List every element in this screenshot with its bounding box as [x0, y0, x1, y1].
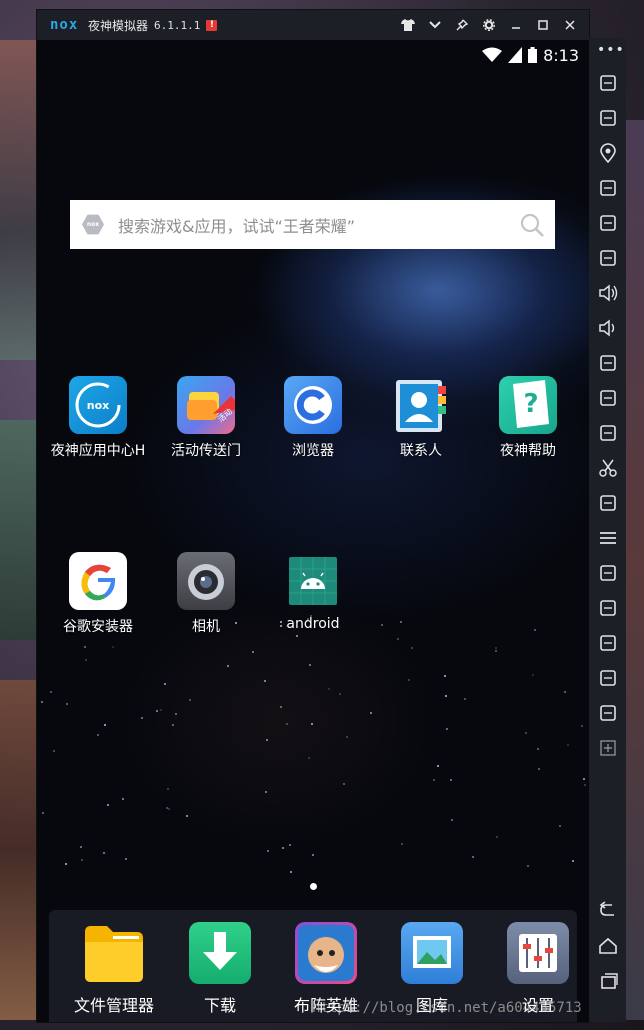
app-android[interactable]: android [259, 552, 367, 632]
window-title: 夜神模拟器 [88, 18, 149, 33]
app-label: 浏览器 [292, 443, 334, 459]
settings-icon [507, 922, 569, 984]
volume-down-icon[interactable] [595, 315, 620, 340]
app-google-installer[interactable]: 谷歌安装器 [44, 552, 152, 636]
add-icon[interactable] [595, 735, 620, 760]
gallery-icon [401, 922, 463, 984]
app-event-portal[interactable]: 活动 活动传送门 [152, 376, 260, 460]
shake-icon[interactable] [595, 70, 620, 95]
app-camera[interactable]: 相机 [152, 552, 260, 636]
browser-icon [284, 376, 342, 434]
keyboard-icon[interactable] [595, 105, 620, 130]
screen-icon[interactable] [595, 175, 620, 200]
search-icon[interactable] [519, 212, 545, 238]
macro-record-icon[interactable] [595, 385, 620, 410]
dock-label: 文件管理器 [73, 996, 154, 1015]
dock-download[interactable]: 下载 [167, 922, 273, 1016]
dock-file-manager[interactable]: 文件管理器 [61, 922, 167, 1016]
emulator-window: nox 夜神模拟器 6.1.1.1 ! 8:13 nox 搜索游戏&应用，试试“… [37, 10, 589, 1022]
volume-up-icon[interactable] [595, 280, 620, 305]
download-icon [189, 922, 251, 984]
app-label: 联系人 [400, 443, 442, 459]
search-placeholder: 搜索游戏&应用，试试“王者荣耀” [118, 216, 356, 236]
fullscreen-icon[interactable] [595, 245, 620, 270]
app-help[interactable]: ? 夜神帮助 [474, 376, 582, 460]
gear-icon[interactable] [475, 10, 502, 40]
update-alert-icon[interactable]: ! [206, 19, 218, 31]
minimize-icon[interactable] [502, 10, 529, 40]
close-icon[interactable] [556, 10, 583, 40]
more-dots-icon[interactable]: ••• [597, 42, 625, 58]
nox-appcenter-icon: nox [69, 376, 127, 434]
android-screen[interactable]: 8:13 nox 搜索游戏&应用，试试“王者荣耀” nox 夜神应用中心H 活动… [37, 40, 589, 1022]
sync-icon[interactable] [595, 700, 620, 725]
pin-icon[interactable] [448, 10, 475, 40]
recent-apps-icon[interactable] [595, 968, 620, 993]
app-label: 夜神帮助 [500, 443, 556, 459]
nox-search-logo-icon: nox [82, 214, 104, 235]
apk-install-icon[interactable] [595, 420, 620, 445]
multi-instance-icon[interactable] [595, 350, 620, 375]
nox-logo: nox [50, 17, 79, 33]
gamepad-icon[interactable] [595, 665, 620, 690]
wifi-icon [482, 47, 503, 62]
multi-window-icon[interactable] [595, 490, 620, 515]
camera-icon [177, 552, 235, 610]
expand-icon[interactable] [595, 560, 620, 585]
watermark: https://blog.csdn.net/a604435713 [312, 1000, 582, 1016]
svg-text:?: ? [523, 389, 538, 419]
contacts-icon [392, 376, 450, 434]
screenshot-icon[interactable] [595, 210, 620, 235]
event-portal-icon: 活动 [177, 376, 235, 434]
app-browser[interactable]: 浏览器 [259, 376, 367, 460]
folder-icon [83, 922, 145, 984]
app-label: 活动传送门 [171, 443, 241, 459]
help-icon: ? [499, 376, 557, 434]
game-hero-icon [295, 922, 357, 984]
maximize-icon[interactable] [529, 10, 556, 40]
chevron-down-icon[interactable] [421, 10, 448, 40]
menu-icon[interactable] [595, 525, 620, 550]
back-icon[interactable] [595, 898, 620, 923]
app-nox-appcenter[interactable]: nox 夜神应用中心H [44, 376, 152, 460]
battery-icon [528, 47, 538, 63]
home-icon[interactable] [595, 933, 620, 958]
status-bar: 8:13 [482, 45, 579, 65]
google-installer-icon [69, 552, 127, 610]
title-bar[interactable]: nox 夜神模拟器 6.1.1.1 ! [37, 10, 589, 40]
version-label: 6.1.1.1 [154, 18, 201, 32]
app-label: 夜神应用中心H [50, 443, 146, 459]
video-record-icon[interactable] [595, 630, 620, 655]
location-icon[interactable] [595, 140, 620, 165]
app-label: 相机 [192, 619, 220, 635]
page-indicator [310, 883, 317, 890]
search-bar[interactable]: nox 搜索游戏&应用，试试“王者荣耀” [70, 200, 555, 249]
skin-shirt-icon[interactable] [394, 10, 421, 40]
scissors-icon[interactable] [595, 455, 620, 480]
app-label: android [286, 616, 340, 632]
loading-icon[interactable] [595, 595, 620, 620]
status-time: 8:13 [543, 45, 579, 65]
signal-icon [508, 47, 523, 63]
dock-label: 下载 [203, 996, 236, 1015]
app-contacts[interactable]: 联系人 [367, 376, 475, 460]
svg-text:nox: nox [87, 399, 109, 412]
app-label: 谷歌安装器 [63, 619, 133, 635]
android-icon [289, 557, 337, 605]
